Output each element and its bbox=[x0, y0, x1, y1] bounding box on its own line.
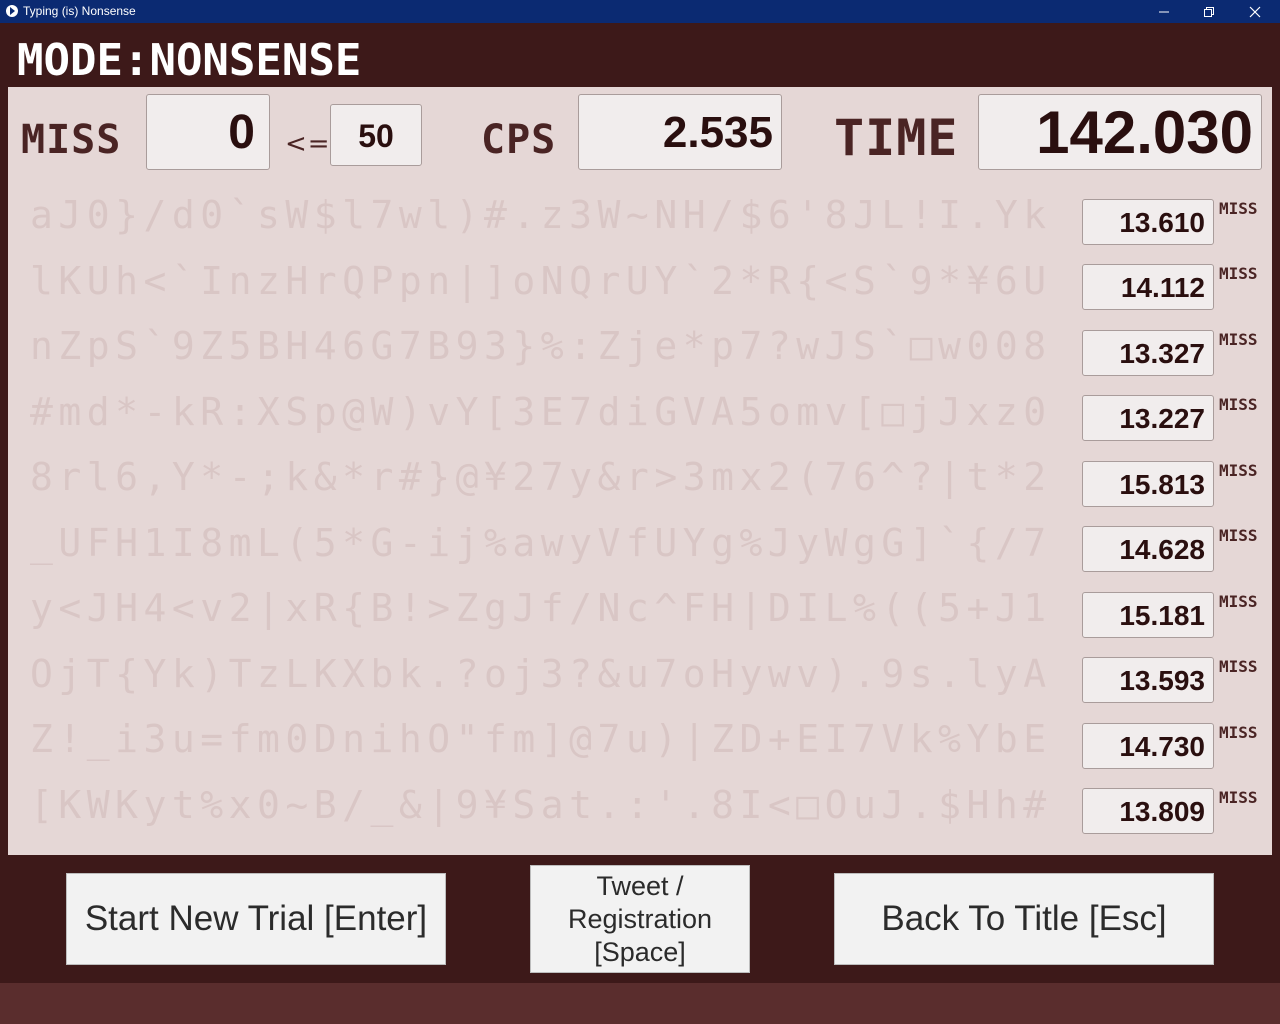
app-area: MODE:NONSENSE MISS 0 <= 50 CPS 2.535 TIM… bbox=[0, 23, 1280, 983]
text-line: Z!_i3u=fm0DnihO"fm]@7u)|ZD+EI7Vk%YbE bbox=[30, 717, 1052, 761]
miss-limit-operator: <= bbox=[285, 129, 331, 159]
time-value: 142.030 bbox=[978, 94, 1262, 170]
line-time: 14.628 bbox=[1082, 526, 1214, 572]
window-titlebar: Typing (is) Nonsense bbox=[0, 0, 1280, 23]
tweet-label-line1: Tweet / bbox=[596, 870, 684, 901]
cps-value: 2.535 bbox=[578, 94, 782, 170]
line-miss-tag: MISS bbox=[1219, 723, 1258, 742]
miss-limit-value: 50 bbox=[330, 104, 422, 166]
line-time: 13.610 bbox=[1082, 199, 1214, 245]
line-miss-tag: MISS bbox=[1219, 592, 1258, 611]
close-icon bbox=[1249, 6, 1261, 17]
cps-label: CPS bbox=[481, 117, 557, 163]
text-line: 8rl6,Y*-;k&*r#}@¥27y&r>3mx2(76^?|t*2 bbox=[30, 455, 1052, 499]
line-time: 13.327 bbox=[1082, 330, 1214, 376]
text-line: _UFH1I8mL(5*G-ij%awyVfUYg%JyWgG]`{/7 bbox=[30, 521, 1052, 565]
line-miss-tag: MISS bbox=[1219, 526, 1258, 545]
window-title: Typing (is) Nonsense bbox=[23, 4, 136, 18]
time-label: TIME bbox=[834, 109, 959, 167]
restore-icon bbox=[1204, 6, 1214, 17]
text-line: nZpS`9Z5BH46G7B93}%:Zje*p7?wJS`□w008 bbox=[30, 324, 1052, 368]
close-button[interactable] bbox=[1232, 0, 1278, 23]
tweet-label-line2: Registration bbox=[567, 903, 713, 934]
line-time: 14.112 bbox=[1082, 264, 1214, 310]
text-line: #md*-kR:XSp@W)vY[3E7diGVA5omv[□jJxz0 bbox=[30, 390, 1052, 434]
back-to-title-button[interactable]: Back To Title [Esc] bbox=[834, 873, 1214, 965]
line-time: 14.730 bbox=[1082, 723, 1214, 769]
mode-title: MODE:NONSENSE bbox=[17, 35, 362, 86]
line-miss-tag: MISS bbox=[1219, 395, 1258, 414]
line-miss-tag: MISS bbox=[1219, 461, 1258, 480]
results-panel: MISS 0 <= 50 CPS 2.535 TIME 142.030 aJ0}… bbox=[8, 87, 1272, 855]
miss-value: 0 bbox=[146, 94, 270, 170]
text-line: OjT{Yk)TzLKXbk.?oj3?&u7oHywv).9s.lyA bbox=[30, 652, 1052, 696]
line-time: 13.809 bbox=[1082, 788, 1214, 834]
miss-label: MISS bbox=[21, 117, 122, 163]
line-miss-tag: MISS bbox=[1219, 788, 1258, 807]
minimize-button[interactable] bbox=[1141, 0, 1187, 23]
minimize-icon bbox=[1159, 11, 1169, 12]
line-miss-tag: MISS bbox=[1219, 199, 1258, 218]
text-line: lKUh<`InzHrQPpn|]oNQrUY`2*R{<S`9*¥6U bbox=[30, 259, 1052, 303]
line-time: 15.181 bbox=[1082, 592, 1214, 638]
restore-button[interactable] bbox=[1186, 0, 1232, 23]
text-line: [KWKyt%x0~B/_&|9¥Sat.:'.8I<□OuJ.$Hh# bbox=[30, 783, 1052, 827]
line-time: 15.813 bbox=[1082, 461, 1214, 507]
line-miss-tag: MISS bbox=[1219, 330, 1258, 349]
text-line: aJ0}/d0`sW$l7wl)#.z3W~NH/$6'8JL!I.Yk bbox=[30, 193, 1052, 237]
tweet-label-line3: [Space] bbox=[594, 936, 686, 967]
text-line: y<JH4<v2|xR{B!>ZgJf/Nc^FH|DIL%((5+J1 bbox=[30, 586, 1052, 630]
line-miss-tag: MISS bbox=[1219, 264, 1258, 283]
start-new-trial-button[interactable]: Start New Trial [Enter] bbox=[66, 873, 446, 965]
line-time: 13.227 bbox=[1082, 395, 1214, 441]
line-time: 13.593 bbox=[1082, 657, 1214, 703]
app-icon bbox=[6, 5, 18, 17]
line-miss-tag: MISS bbox=[1219, 657, 1258, 676]
tweet-registration-button[interactable]: Tweet / Registration [Space] bbox=[530, 865, 750, 973]
